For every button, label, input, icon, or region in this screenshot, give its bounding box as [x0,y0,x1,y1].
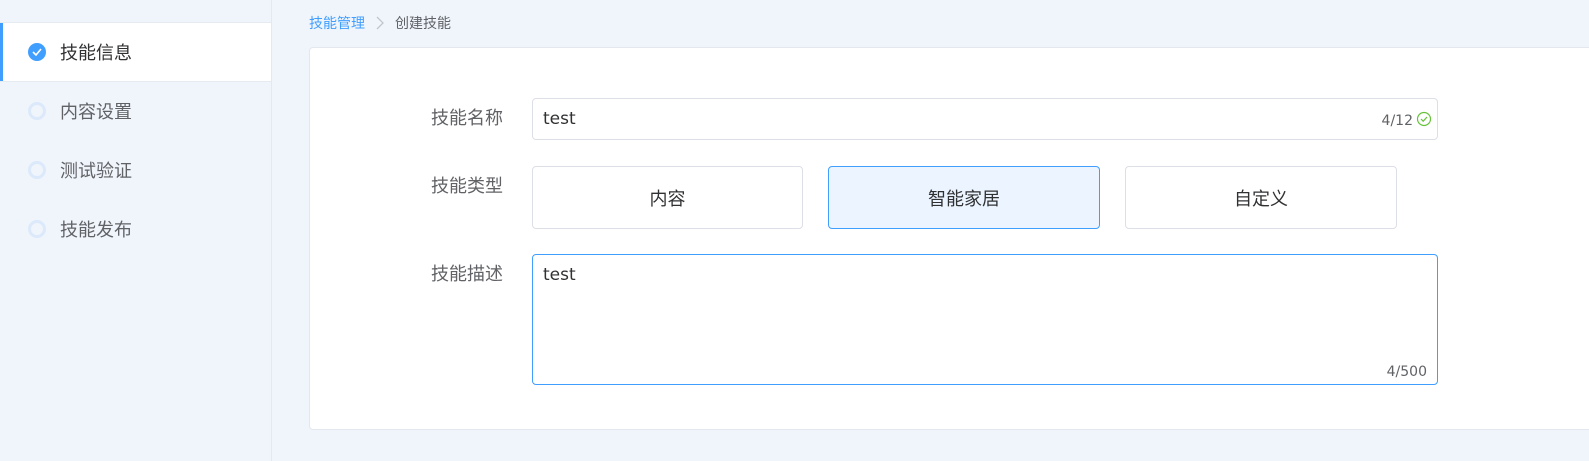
skill-name-value: test [543,109,576,129]
ring-icon [28,102,46,120]
ring-icon [28,220,46,238]
step-content-settings[interactable]: 内容设置 [0,82,271,140]
skill-description-value: test [543,265,576,285]
step-skill-info[interactable]: 技能信息 [0,22,271,82]
breadcrumb-current: 创建技能 [395,16,451,32]
skill-name-input[interactable]: test 4/12 [532,98,1438,140]
skill-name-counter: 4/12 [1381,113,1413,129]
check-circle-icon [28,43,46,61]
type-option-content[interactable]: 内容 [532,166,803,229]
step-label: 技能信息 [60,43,132,64]
step-label: 测试验证 [60,161,132,182]
skill-name-label: 技能名称 [431,108,503,129]
skill-type-label: 技能类型 [431,176,503,197]
skill-description-label: 技能描述 [431,264,503,285]
type-option-smart-home[interactable]: 智能家居 [828,166,1100,229]
skill-description-counter: 4/500 [1386,364,1427,380]
skill-description-textarea[interactable]: test 4/500 [532,254,1438,385]
step-test-verify[interactable]: 测试验证 [0,141,271,199]
breadcrumb: 技能管理 创建技能 [309,13,451,33]
ring-icon [28,161,46,179]
step-label: 技能发布 [60,220,132,241]
check-circle-outline-icon [1416,111,1432,127]
steps-sidebar: 技能信息 内容设置 测试验证 技能发布 [0,0,272,461]
chevron-right-icon [376,16,384,30]
type-option-custom[interactable]: 自定义 [1125,166,1397,229]
step-label: 内容设置 [60,102,132,123]
breadcrumb-skill-management[interactable]: 技能管理 [309,13,365,33]
step-skill-publish[interactable]: 技能发布 [0,200,271,258]
